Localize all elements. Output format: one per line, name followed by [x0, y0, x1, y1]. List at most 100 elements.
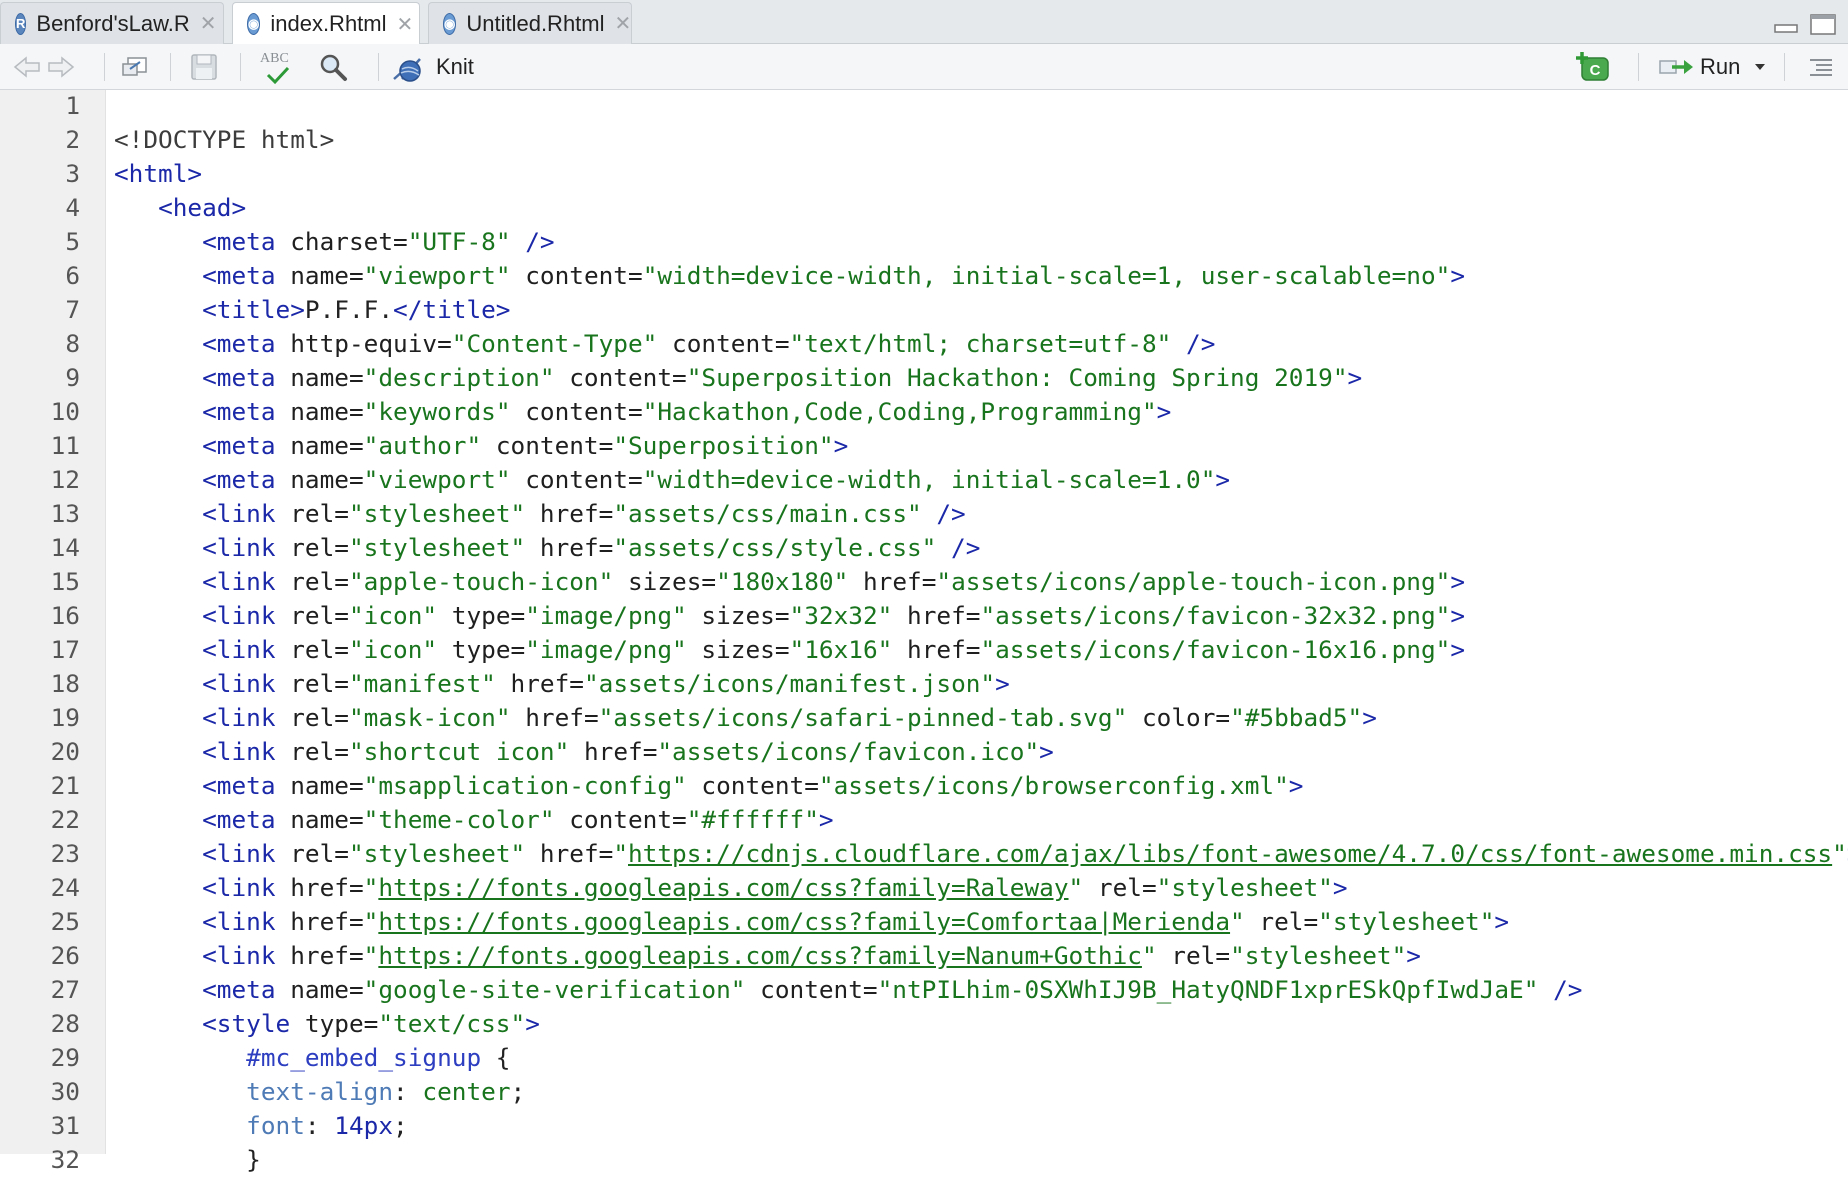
code-token: rel= [275, 635, 349, 664]
code-line[interactable]: 27 <meta name="google-site-verification"… [0, 973, 1848, 1007]
code-text: <style type="text/css"> [114, 1007, 540, 1041]
code-line[interactable]: 11 <meta name="author" content="Superpos… [0, 429, 1848, 463]
code-token: content= [481, 431, 614, 460]
code-line[interactable]: 23 <link rel="stylesheet" href="https://… [0, 837, 1848, 871]
code-token: <link [202, 941, 276, 970]
forward-arrow-icon[interactable] [46, 44, 76, 90]
code-line[interactable]: 31 font: 14px; [0, 1109, 1848, 1143]
tab-label: Untitled.Rhtml [466, 10, 605, 36]
code-token: <meta [202, 771, 276, 800]
code-token: /> [936, 533, 981, 562]
code-line[interactable]: 7 <title>P.F.F.</title> [0, 293, 1848, 327]
code-token: "image/png" [525, 635, 687, 664]
code-line[interactable]: 13 <link rel="stylesheet" href="assets/c… [0, 497, 1848, 531]
code-line[interactable]: 1 [0, 89, 1848, 123]
code-token: "text/css" [378, 1009, 526, 1038]
code-token: <link [202, 499, 276, 528]
tab-untitled-rhtml[interactable]: ◉ Untitled.Rhtml ✕ [428, 2, 632, 44]
code-token: href= [892, 635, 981, 664]
code-token: rel= [275, 499, 349, 528]
code-line[interactable]: 19 <link rel="mask-icon" href="assets/ic… [0, 701, 1848, 735]
toolbar-divider [170, 53, 171, 81]
save-icon[interactable] [190, 44, 218, 90]
code-token: > [818, 805, 834, 834]
code-text: <meta name="description" content="Superp… [114, 361, 1362, 395]
tab-index-rhtml[interactable]: ◉ index.Rhtml ✕ [232, 2, 420, 45]
chevron-down-icon[interactable] [1754, 63, 1766, 71]
code-token: name= [275, 363, 364, 392]
show-in-window-icon[interactable] [120, 44, 150, 90]
code-token: name= [275, 805, 364, 834]
code-line[interactable]: 25 <link href="https://fonts.googleapis.… [0, 905, 1848, 939]
close-icon[interactable]: ✕ [200, 11, 217, 36]
search-icon[interactable] [318, 44, 348, 90]
code-line[interactable]: 10 <meta name="keywords" content="Hackat… [0, 395, 1848, 429]
code-token: <meta [202, 397, 276, 426]
code-line[interactable]: 2 <!DOCTYPE html> [0, 123, 1848, 157]
code-line[interactable]: 29 #mc_embed_signup { [0, 1041, 1848, 1075]
code-token: > [1288, 771, 1304, 800]
code-token: <link [202, 669, 276, 698]
run-button[interactable]: Run [1658, 44, 1766, 90]
code-line[interactable]: 4 <head> [0, 191, 1848, 225]
code-line[interactable]: 6 <meta name="viewport" content="width=d… [0, 259, 1848, 293]
line-number: 32 [50, 1145, 80, 1174]
spell-check-button[interactable]: ABC [258, 44, 298, 90]
code-text: <!DOCTYPE html> [114, 123, 334, 157]
code-line[interactable]: 14 <link rel="stylesheet" href="assets/c… [0, 531, 1848, 565]
code-line[interactable]: 16 <link rel="icon" type="image/png" siz… [0, 599, 1848, 633]
line-number: 23 [50, 839, 80, 868]
code-line[interactable]: 28 <style type="text/css"> [0, 1007, 1848, 1041]
code-line[interactable]: 26 <link href="https://fonts.googleapis.… [0, 939, 1848, 973]
document-outline-icon[interactable] [1808, 44, 1834, 90]
close-icon[interactable]: ✕ [615, 11, 632, 36]
code-token: "assets/icons/safari-pinned-tab.svg" [598, 703, 1128, 732]
code-line[interactable]: 21 <meta name="msapplication-config" con… [0, 769, 1848, 803]
code-token: center [422, 1077, 511, 1106]
code-token: "image/png" [525, 601, 687, 630]
code-line[interactable]: 9 <meta name="description" content="Supe… [0, 361, 1848, 395]
code-line[interactable]: 24 <link href="https://fonts.googleapis.… [0, 871, 1848, 905]
code-line[interactable]: 8 <meta http-equiv="Content-Type" conten… [0, 327, 1848, 361]
maximize-pane-icon[interactable] [1810, 14, 1838, 41]
close-icon[interactable]: ✕ [397, 12, 414, 37]
minimize-pane-icon[interactable] [1774, 14, 1800, 39]
code-line[interactable]: 3 <html> [0, 157, 1848, 191]
back-arrow-icon[interactable] [12, 44, 42, 90]
code-line[interactable]: 18 <link rel="manifest" href="assets/ico… [0, 667, 1848, 701]
code-line[interactable]: 30 text-align: center; [0, 1075, 1848, 1109]
code-token: > [1362, 703, 1377, 732]
code-token: > [1494, 907, 1510, 936]
code-line[interactable]: 15 <link rel="apple-touch-icon" sizes="1… [0, 565, 1848, 599]
code-token: <!DOCTYPE html> [114, 125, 335, 154]
code-text: <meta charset="UTF-8" /> [114, 225, 554, 259]
line-number: 8 [65, 329, 80, 358]
code-token: name= [275, 261, 364, 290]
code-token: "Content-Type" [451, 329, 658, 358]
code-token: charset= [275, 227, 408, 256]
code-line[interactable]: 12 <meta name="viewport" content="width=… [0, 463, 1848, 497]
code-token: http-equiv= [275, 329, 452, 358]
code-token: name= [275, 431, 364, 460]
code-line[interactable]: 22 <meta name="theme-color" content="#ff… [0, 803, 1848, 837]
code-token: " [363, 941, 379, 970]
code-line[interactable]: 5 <meta charset="UTF-8" /> [0, 225, 1848, 259]
knit-button[interactable]: Knit [390, 44, 474, 90]
insert-chunk-icon[interactable]: C [1574, 44, 1612, 90]
code-token: rel= [275, 601, 349, 630]
code-line[interactable]: 17 <link rel="icon" type="image/png" siz… [0, 633, 1848, 667]
code-token: > [525, 1009, 540, 1038]
code-token: type= [437, 635, 526, 664]
code-token: "stylesheet" [1230, 941, 1407, 970]
tab-benfords-law-r[interactable]: R Benford'sLaw.R ✕ [0, 2, 224, 44]
code-line[interactable]: 32 } [0, 1143, 1848, 1177]
code-editor[interactable]: 1 2 <!DOCTYPE html> 3 <html> 4 <head> 5 <meta … [0, 89, 1848, 1174]
code-line[interactable]: 20 <link rel="shortcut icon" href="asset… [0, 735, 1848, 769]
code-token: "keywords" [363, 397, 511, 426]
code-text: <link rel="shortcut icon" href="assets/i… [114, 735, 1054, 769]
